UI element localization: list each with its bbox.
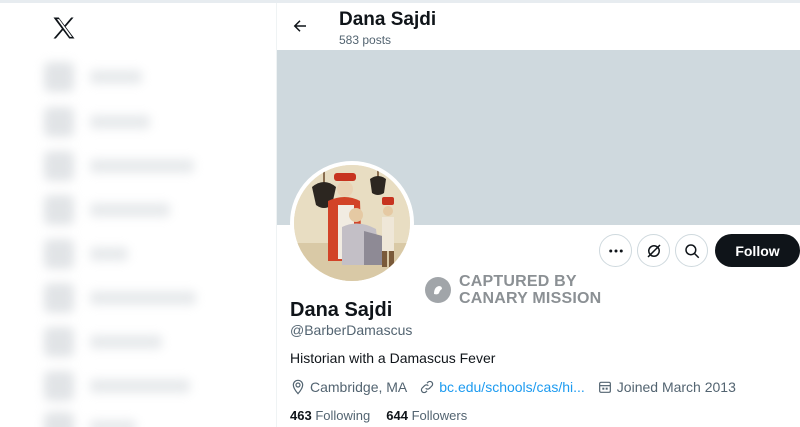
followers-label: Followers xyxy=(411,408,468,423)
nav-item-messages[interactable] xyxy=(44,195,170,225)
x-logo-icon[interactable] xyxy=(50,14,78,42)
profile-handle: @BarberDamascus xyxy=(290,322,413,338)
follow-stats: 463 Following 644 Followers xyxy=(290,408,483,423)
canary-logo-icon xyxy=(425,277,451,303)
followers-count: 644 xyxy=(386,408,408,423)
more-button[interactable] xyxy=(599,234,632,267)
joined-item: Joined March 2013 xyxy=(597,379,736,395)
profile-display-name: Dana Sajdi xyxy=(290,299,393,321)
search-icon xyxy=(684,243,699,258)
avatar[interactable] xyxy=(290,161,414,285)
header-display-name: Dana Sajdi xyxy=(339,9,437,30)
profile-header-bar: Dana Sajdi 583 posts xyxy=(277,3,800,50)
website-link[interactable]: bc.edu/schools/cas/hi... xyxy=(439,379,585,395)
arrow-left-icon xyxy=(293,20,306,32)
nav-item-explore[interactable] xyxy=(44,107,150,137)
following-link[interactable]: 463 Following xyxy=(290,408,370,423)
following-label: Following xyxy=(315,408,371,423)
location-pin-icon xyxy=(292,379,304,395)
back-button[interactable] xyxy=(285,11,315,41)
grok-icon xyxy=(646,243,661,258)
nav-item-communities[interactable] xyxy=(44,283,196,313)
link-icon xyxy=(421,380,434,394)
nav-item-notifications[interactable] xyxy=(44,151,194,181)
calendar-icon xyxy=(598,381,611,393)
follow-button[interactable]: Follow xyxy=(715,234,800,267)
followers-link[interactable]: 644 Followers xyxy=(386,408,467,423)
location-text: Cambridge, MA xyxy=(310,379,408,395)
website-item[interactable]: bc.edu/schools/cas/hi... xyxy=(419,379,585,395)
avatar-illustration xyxy=(294,165,410,281)
nav-item-verified-orgs[interactable] xyxy=(44,371,190,401)
left-sidebar xyxy=(0,0,276,427)
more-dots-icon xyxy=(608,249,623,252)
nav-item-premium[interactable] xyxy=(44,327,162,357)
grok-button[interactable] xyxy=(637,234,670,267)
blurred-nav-menu xyxy=(44,56,244,427)
nav-item-profile[interactable] xyxy=(44,412,136,427)
watermark: CAPTURED BY CANARY MISSION xyxy=(425,273,601,307)
header-post-count: 583 posts xyxy=(339,33,392,47)
nav-item-grok[interactable] xyxy=(44,239,128,269)
nav-item-home[interactable] xyxy=(44,62,142,92)
location-item: Cambridge, MA xyxy=(290,379,407,395)
watermark-line-2: CANARY MISSION xyxy=(459,290,602,307)
profile-meta: Cambridge, MA bc.edu/schools/cas/hi... J… xyxy=(290,379,748,395)
profile-column: Dana Sajdi 583 posts Follow CAPTURED BY … xyxy=(277,3,800,427)
profile-bio: Historian with a Damascus Fever xyxy=(290,350,496,366)
watermark-line-1: CAPTURED BY xyxy=(459,273,577,290)
joined-text: Joined March 2013 xyxy=(616,379,736,395)
following-count: 463 xyxy=(290,408,312,423)
search-button[interactable] xyxy=(675,234,708,267)
